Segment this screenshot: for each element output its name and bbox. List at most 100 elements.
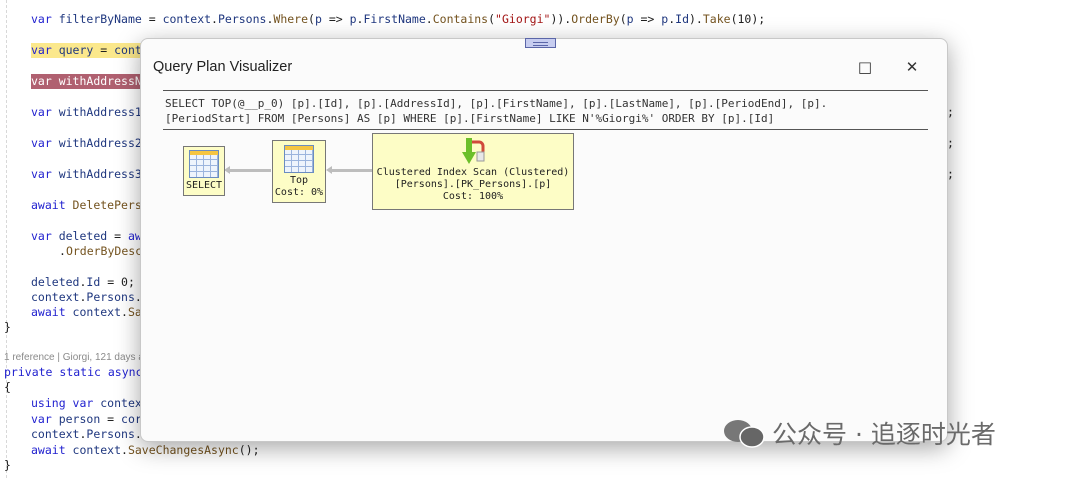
node-cost: Cost: 0% — [274, 187, 324, 198]
dialog-title: Query Plan Visualizer — [153, 59, 293, 75]
code-token: contex — [100, 396, 142, 410]
sql-line: [PeriodStart] FROM [Persons] AS [p] WHER… — [165, 112, 775, 125]
code-line[interactable]: context.Persons. — [31, 290, 142, 305]
code-token: var — [31, 136, 59, 150]
maximize-button[interactable]: □ — [853, 55, 877, 79]
code-token: var — [31, 12, 59, 26]
sql-query-text: SELECT TOP(@__p_0) [p].[Id], [p].[Addres… — [163, 90, 928, 130]
code-token: filterByName — [58, 12, 142, 26]
code-token: query — [58, 43, 94, 57]
code-token: = — [100, 412, 122, 426]
table-icon — [284, 145, 314, 173]
code-token: ; — [947, 136, 954, 150]
query-plan-dialog: Query Plan Visualizer □ ✕ SELECT TOP(@__… — [140, 38, 948, 442]
code-token: await — [31, 305, 73, 319]
plan-node-top[interactable]: Top Cost: 0% — [272, 140, 326, 203]
code-token: ( — [619, 12, 627, 26]
code-token: p — [626, 12, 634, 26]
code-token: private — [4, 365, 60, 379]
code-token: Take — [702, 12, 731, 26]
code-token: using — [31, 396, 73, 410]
code-token: = — [107, 229, 128, 243]
code-token: = — [93, 43, 115, 57]
code-token: person — [58, 412, 101, 426]
code-token: (10); — [730, 12, 766, 26]
code-token: . — [211, 12, 218, 26]
plan-node-select[interactable]: SELECT — [183, 146, 225, 196]
code-line[interactable]: var withAddressN — [31, 74, 142, 89]
code-token: Persons — [86, 427, 135, 441]
code-token: withAddress1 — [58, 105, 142, 119]
code-token: ( — [488, 12, 496, 26]
node-label: SELECT — [185, 180, 223, 191]
code-token: Id — [86, 275, 101, 289]
code-token: "Giorgi" — [495, 12, 551, 26]
code-token: )). — [550, 12, 572, 26]
wechat-icon — [724, 420, 765, 448]
code-line[interactable]: private static async — [4, 365, 142, 380]
code-token: DeletePers — [72, 198, 142, 212]
code-line[interactable]: var filterByName = context.Persons.Where… — [31, 12, 765, 27]
code-line[interactable]: { — [4, 380, 11, 395]
code-token: static — [59, 365, 108, 379]
code-token: context — [162, 12, 212, 26]
code-token: = — [141, 12, 163, 26]
codelens-reference[interactable]: 1 reference | Giorgi, 121 days a — [4, 350, 144, 365]
code-line[interactable]: ; — [947, 167, 954, 182]
table-icon — [189, 150, 219, 178]
code-token: . — [121, 443, 128, 457]
code-token: var — [31, 43, 59, 57]
sql-line: SELECT TOP(@__p_0) [p].[Id], [p].[Addres… — [165, 97, 828, 110]
code-line[interactable]: var person = cor — [31, 412, 142, 427]
code-line[interactable]: using var contex — [31, 396, 142, 411]
code-token: ( — [308, 12, 315, 26]
code-line[interactable]: var deleted = aw — [31, 229, 142, 244]
code-token: async — [107, 365, 143, 379]
code-token: => — [321, 12, 350, 26]
maximize-icon: □ — [857, 58, 873, 76]
code-token: withAddress2 — [58, 136, 142, 150]
code-line[interactable]: ; — [947, 136, 954, 151]
code-line[interactable]: .OrderByDesc — [59, 244, 142, 259]
close-icon: ✕ — [905, 58, 919, 76]
node-object: [Persons].[PK_Persons].[p] — [394, 179, 552, 190]
code-token: context — [72, 443, 122, 457]
code-token: ; — [947, 105, 954, 119]
code-token: Persons — [86, 290, 135, 304]
code-line[interactable]: var withAddress3 — [31, 167, 142, 182]
index-scan-icon — [462, 138, 485, 164]
code-line[interactable]: var withAddress1 — [31, 105, 142, 120]
drag-grip-handle[interactable] — [525, 38, 556, 48]
node-label: Top — [289, 175, 309, 186]
plan-arrow — [224, 166, 271, 174]
code-token: (); — [238, 443, 260, 457]
watermark-text: 公众号 · 追逐时光者 — [772, 420, 996, 449]
code-token: SaveChangesAsync — [127, 443, 239, 457]
code-line[interactable]: await DeletePers — [31, 198, 142, 213]
code-line[interactable]: deleted.Id = 0; — [31, 275, 135, 290]
code-line[interactable]: context.Persons. — [31, 427, 142, 442]
code-token: context — [31, 427, 80, 441]
code-token: var — [31, 412, 59, 426]
code-token: FirstName — [363, 12, 426, 26]
close-button[interactable]: ✕ — [900, 55, 924, 79]
code-token: ). — [689, 12, 703, 26]
code-token: = 0; — [100, 275, 135, 289]
code-token: cont — [114, 43, 142, 57]
code-line[interactable]: await context.Sa — [31, 305, 142, 320]
code-token: p — [349, 12, 357, 26]
code-line[interactable]: } — [4, 458, 11, 473]
code-token: deleted — [31, 275, 80, 289]
code-token: cor — [121, 412, 142, 426]
code-line[interactable]: var query = cont — [31, 43, 142, 58]
code-line[interactable]: } — [4, 320, 11, 335]
code-token: await — [31, 198, 73, 212]
code-line[interactable]: ; — [947, 105, 954, 120]
code-line[interactable]: await context.SaveChangesAsync(); — [31, 443, 260, 458]
code-token: var — [31, 74, 59, 88]
code-token: Where — [273, 12, 309, 26]
node-cost: Cost: 100% — [442, 191, 504, 202]
code-token: . — [59, 244, 66, 258]
code-line[interactable]: var withAddress2 — [31, 136, 142, 151]
plan-node-clustered-index-scan[interactable]: Clustered Index Scan (Clustered) [Person… — [372, 133, 574, 210]
